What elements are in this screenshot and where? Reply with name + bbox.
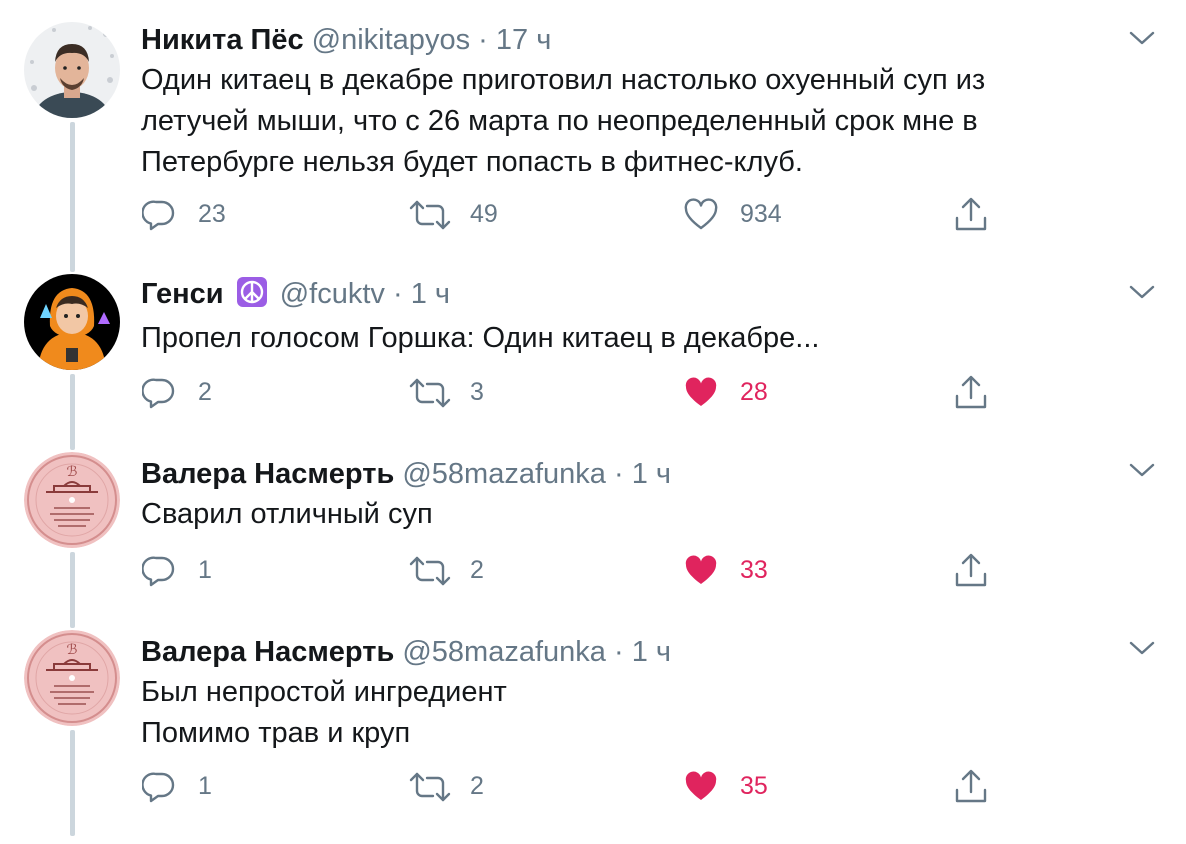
reply-button[interactable]: 1: [142, 554, 242, 588]
tweet[interactable]: Никита Пёс @nikitapyos · 17 ч Один китае…: [0, 0, 1186, 270]
svg-text:ℬ: ℬ: [66, 465, 77, 480]
retweet-count: 2: [470, 556, 484, 584]
like-button[interactable]: 33: [684, 554, 804, 588]
avatar[interactable]: ℬ: [24, 452, 120, 548]
author-name[interactable]: Никита Пёс: [141, 24, 304, 56]
avatar[interactable]: [24, 22, 120, 118]
reply-icon: [142, 378, 175, 409]
tweet-header: Валера Насмерть @58mazafunka · 1 ч: [141, 634, 671, 670]
separator: ·: [613, 458, 624, 490]
like-count: 35: [740, 772, 768, 800]
avatar[interactable]: [24, 274, 120, 370]
retweet-icon: [409, 772, 451, 802]
heart-filled-icon: [685, 771, 717, 800]
author-handle[interactable]: @58mazafunka: [402, 458, 606, 490]
author-name[interactable]: Генси: [141, 278, 224, 310]
author-handle[interactable]: @58mazafunka: [402, 636, 606, 668]
retweet-count: 2: [470, 772, 484, 800]
retweet-button[interactable]: 49: [408, 198, 518, 232]
author-name[interactable]: Валера Насмерть: [141, 636, 394, 668]
reply-icon: [142, 200, 175, 231]
retweet-icon: [409, 200, 451, 230]
retweet-count: 3: [470, 378, 484, 406]
reply-count: 23: [198, 200, 226, 228]
author-handle[interactable]: @fcuktv: [280, 278, 385, 310]
heart-filled-icon: [685, 555, 717, 584]
reply-icon: [142, 772, 175, 803]
like-button[interactable]: 934: [684, 198, 804, 232]
peace-symbol-icon: [236, 276, 268, 317]
retweet-button[interactable]: 3: [408, 376, 518, 410]
retweet-button[interactable]: 2: [408, 770, 518, 804]
author-name[interactable]: Валера Насмерть: [141, 458, 394, 490]
reply-button[interactable]: 2: [142, 376, 242, 410]
share-button[interactable]: [954, 196, 988, 234]
tweet-header: Генси @fcuktv · 1 ч: [141, 276, 450, 317]
reply-button[interactable]: 1: [142, 770, 242, 804]
chevron-down-icon[interactable]: [1128, 638, 1156, 663]
separator: ·: [392, 278, 403, 310]
retweet-button[interactable]: 2: [408, 554, 518, 588]
chevron-down-icon[interactable]: [1128, 460, 1156, 485]
timestamp[interactable]: 1 ч: [632, 458, 671, 490]
reply-button[interactable]: 23: [142, 198, 242, 232]
tweet-text: Один китаец в декабре приготовил настоль…: [141, 64, 986, 178]
tweet-header: Никита Пёс @nikitapyos · 17 ч: [141, 22, 551, 58]
separator: ·: [613, 636, 624, 668]
retweet-count: 49: [470, 200, 498, 228]
share-button[interactable]: [954, 768, 988, 806]
share-icon: [955, 553, 987, 587]
like-count: 33: [740, 556, 768, 584]
heart-filled-icon: [685, 377, 717, 406]
tweet-header: Валера Насмерть @58mazafunka · 1 ч: [141, 456, 671, 492]
tweet[interactable]: ℬ Валера Насмерть @58mazafunka · 1 ч Был…: [0, 628, 1186, 844]
timestamp[interactable]: 1 ч: [632, 636, 671, 668]
separator: ·: [478, 24, 488, 56]
tweet[interactable]: Генси @fcuktv · 1 ч Пропел голосом Горшк…: [0, 270, 1186, 450]
reply-icon: [142, 556, 175, 587]
tweet[interactable]: ℬ Валера Насмерть @58mazafunka · 1 ч Сва…: [0, 450, 1186, 628]
retweet-icon: [409, 378, 451, 408]
like-button[interactable]: 28: [684, 376, 804, 410]
reply-count: 1: [198, 556, 212, 584]
author-handle[interactable]: @nikitapyos: [312, 24, 470, 56]
share-icon: [955, 769, 987, 803]
share-button[interactable]: [954, 374, 988, 412]
timestamp[interactable]: 1 ч: [411, 278, 450, 310]
avatar[interactable]: ℬ: [24, 630, 120, 726]
like-count: 28: [740, 378, 768, 406]
chevron-down-icon[interactable]: [1128, 28, 1156, 53]
tweet-text: Сварил отличный суп: [141, 498, 433, 530]
share-icon: [955, 197, 987, 231]
tweet-text: Был непростой ингредиент Помимо трав и к…: [141, 676, 507, 749]
like-count: 934: [740, 200, 782, 228]
share-button[interactable]: [954, 552, 988, 590]
tweet-text: Пропел голосом Горшка: Один китаец в дек…: [141, 322, 820, 354]
chevron-down-icon[interactable]: [1128, 282, 1156, 307]
retweet-icon: [409, 556, 451, 586]
heart-outline-icon: [684, 198, 718, 230]
share-icon: [955, 375, 987, 409]
reply-count: 2: [198, 378, 212, 406]
timestamp[interactable]: 17 ч: [496, 24, 551, 56]
reply-count: 1: [198, 772, 212, 800]
like-button[interactable]: 35: [684, 770, 804, 804]
svg-text:ℬ: ℬ: [66, 643, 77, 658]
